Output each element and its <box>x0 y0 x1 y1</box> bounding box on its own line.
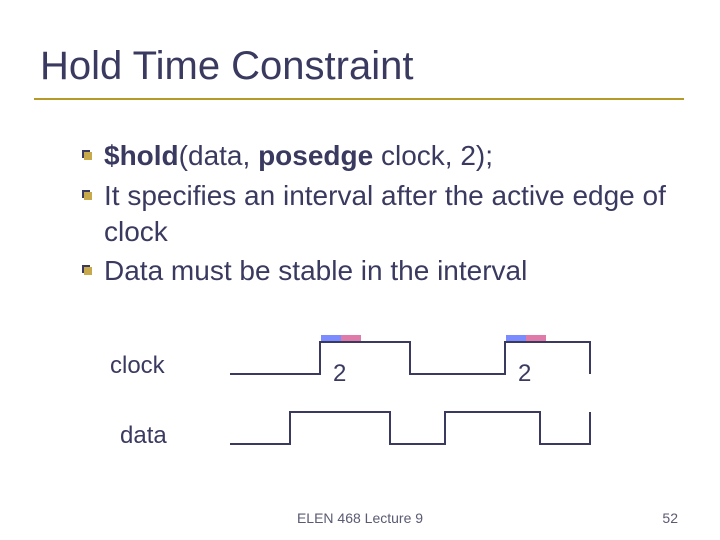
bullet-icon <box>82 150 92 160</box>
interval-label-2: 2 <box>518 360 531 388</box>
bullet-item: $hold(data, posedge clock, 2); <box>82 138 672 174</box>
footer-center: ELEN 468 Lecture 9 <box>0 510 720 526</box>
slide-body: $hold(data, posedge clock, 2); It specifi… <box>82 138 672 293</box>
bullet-icon <box>82 265 92 275</box>
bullet-item: Data must be stable in the interval <box>82 253 672 289</box>
bullet-text: (data, <box>179 140 258 171</box>
bullet-text: $hold <box>104 140 179 171</box>
bullet-icon <box>82 190 92 200</box>
waveform-svg <box>110 330 610 470</box>
slide-number: 52 <box>662 510 678 526</box>
slide: Hold Time Constraint $hold(data, posedge… <box>0 0 720 540</box>
bullet-text: posedge <box>258 140 373 171</box>
slide-title: Hold Time Constraint <box>40 44 413 89</box>
interval-label-1: 2 <box>333 360 346 388</box>
bullet-text: Data must be stable in the interval <box>104 255 527 286</box>
bullet-text: clock, 2); <box>373 140 493 171</box>
bullet-text: It specifies an interval after the activ… <box>104 180 666 247</box>
timing-diagram: clock data 2 2 <box>110 330 610 485</box>
bullet-item: It specifies an interval after the activ… <box>82 178 672 250</box>
title-underline <box>34 98 684 100</box>
